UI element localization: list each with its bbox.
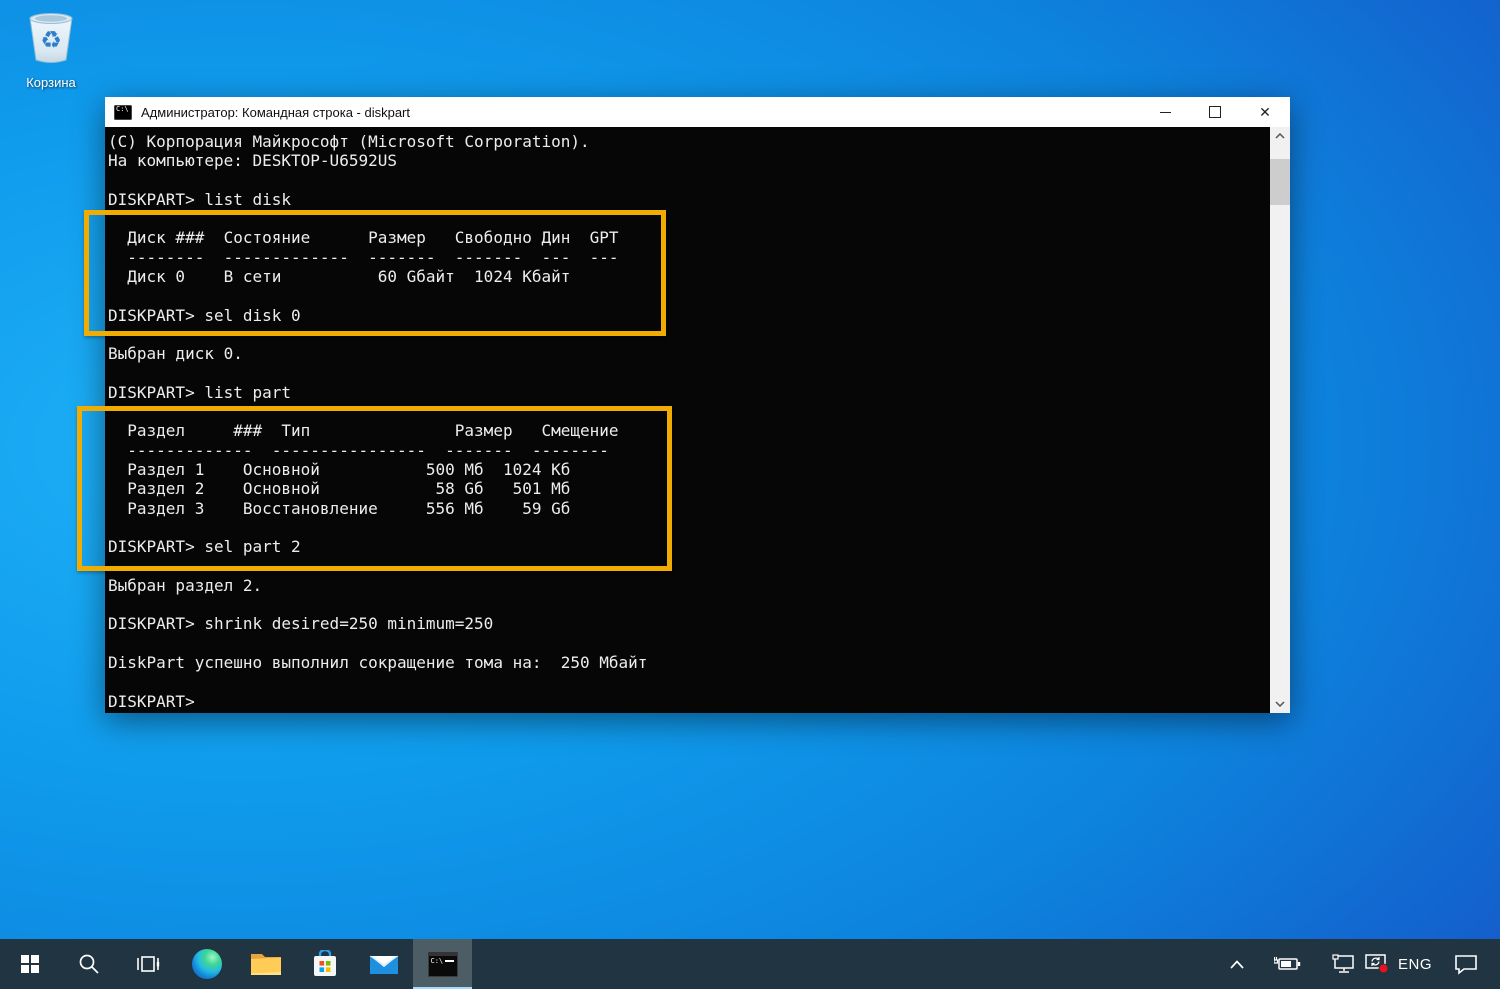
taskbar: C:\ xyxy=(0,939,1500,989)
store-button[interactable] xyxy=(295,939,354,989)
recycle-bin[interactable]: ♻ Корзина xyxy=(12,8,90,90)
maximize-button[interactable] xyxy=(1190,97,1240,127)
mail-icon xyxy=(369,952,399,976)
system-tray: ENG xyxy=(1230,939,1500,989)
minimize-button[interactable] xyxy=(1140,97,1190,127)
scroll-up-arrow[interactable] xyxy=(1270,127,1290,145)
display-sync-alert-icon xyxy=(1364,953,1390,975)
task-view-button[interactable] xyxy=(118,939,177,989)
start-button[interactable] xyxy=(0,939,59,989)
console[interactable]: (C) Корпорация Майкрософт (Microsoft Cor… xyxy=(105,127,1270,713)
cmd-taskbar-button[interactable]: C:\ xyxy=(413,939,472,989)
hidden-icons-button[interactable] xyxy=(1230,960,1244,969)
ethernet-network-icon xyxy=(1332,954,1356,974)
task-view-icon xyxy=(136,954,160,974)
close-button[interactable]: ✕ xyxy=(1240,97,1290,127)
maximize-icon xyxy=(1209,106,1221,118)
desktop: ♻ Корзина C:\ Администратор: Командная с… xyxy=(0,0,1500,989)
start-icon xyxy=(21,955,39,973)
cmd-icon: C:\ xyxy=(114,105,132,120)
scrollbar-thumb[interactable] xyxy=(1270,159,1290,205)
edge-button[interactable] xyxy=(177,939,236,989)
action-center-button[interactable] xyxy=(1454,954,1478,975)
file-explorer-icon xyxy=(250,951,282,977)
window-title: Администратор: Командная строка - diskpa… xyxy=(141,105,410,120)
taskbar-buttons: C:\ xyxy=(0,939,472,989)
edge-icon xyxy=(192,949,222,979)
mail-button[interactable] xyxy=(354,939,413,989)
cmd-window: C:\ Администратор: Командная строка - di… xyxy=(105,97,1290,713)
search-button[interactable] xyxy=(59,939,118,989)
close-icon: ✕ xyxy=(1259,105,1271,119)
hidden-icons-chevron xyxy=(1230,960,1244,969)
recycle-bin-label: Корзина xyxy=(12,75,90,90)
minimize-icon xyxy=(1160,112,1171,113)
battery-charging-icon xyxy=(1274,956,1302,972)
search-icon xyxy=(78,953,100,975)
window-controls: ✕ xyxy=(1140,97,1290,127)
store-icon xyxy=(311,950,339,978)
language-indicator[interactable]: ENG xyxy=(1398,956,1432,973)
cmd-icon: C:\ xyxy=(428,952,458,977)
scroll-down-arrow[interactable] xyxy=(1270,695,1290,713)
display-sync-button[interactable] xyxy=(1364,953,1390,975)
recycle-bin-icon: ♻ xyxy=(22,8,80,68)
console-output: (C) Корпорация Майкрософт (Microsoft Cor… xyxy=(105,127,1270,711)
action-center-icon xyxy=(1454,954,1478,975)
file-explorer-button[interactable] xyxy=(236,939,295,989)
battery-button[interactable] xyxy=(1274,956,1302,972)
scrollbar[interactable] xyxy=(1270,127,1290,713)
network-button[interactable] xyxy=(1332,954,1356,974)
titlebar[interactable]: C:\ Администратор: Командная строка - di… xyxy=(105,97,1290,127)
svg-text:♻: ♻ xyxy=(40,26,62,54)
